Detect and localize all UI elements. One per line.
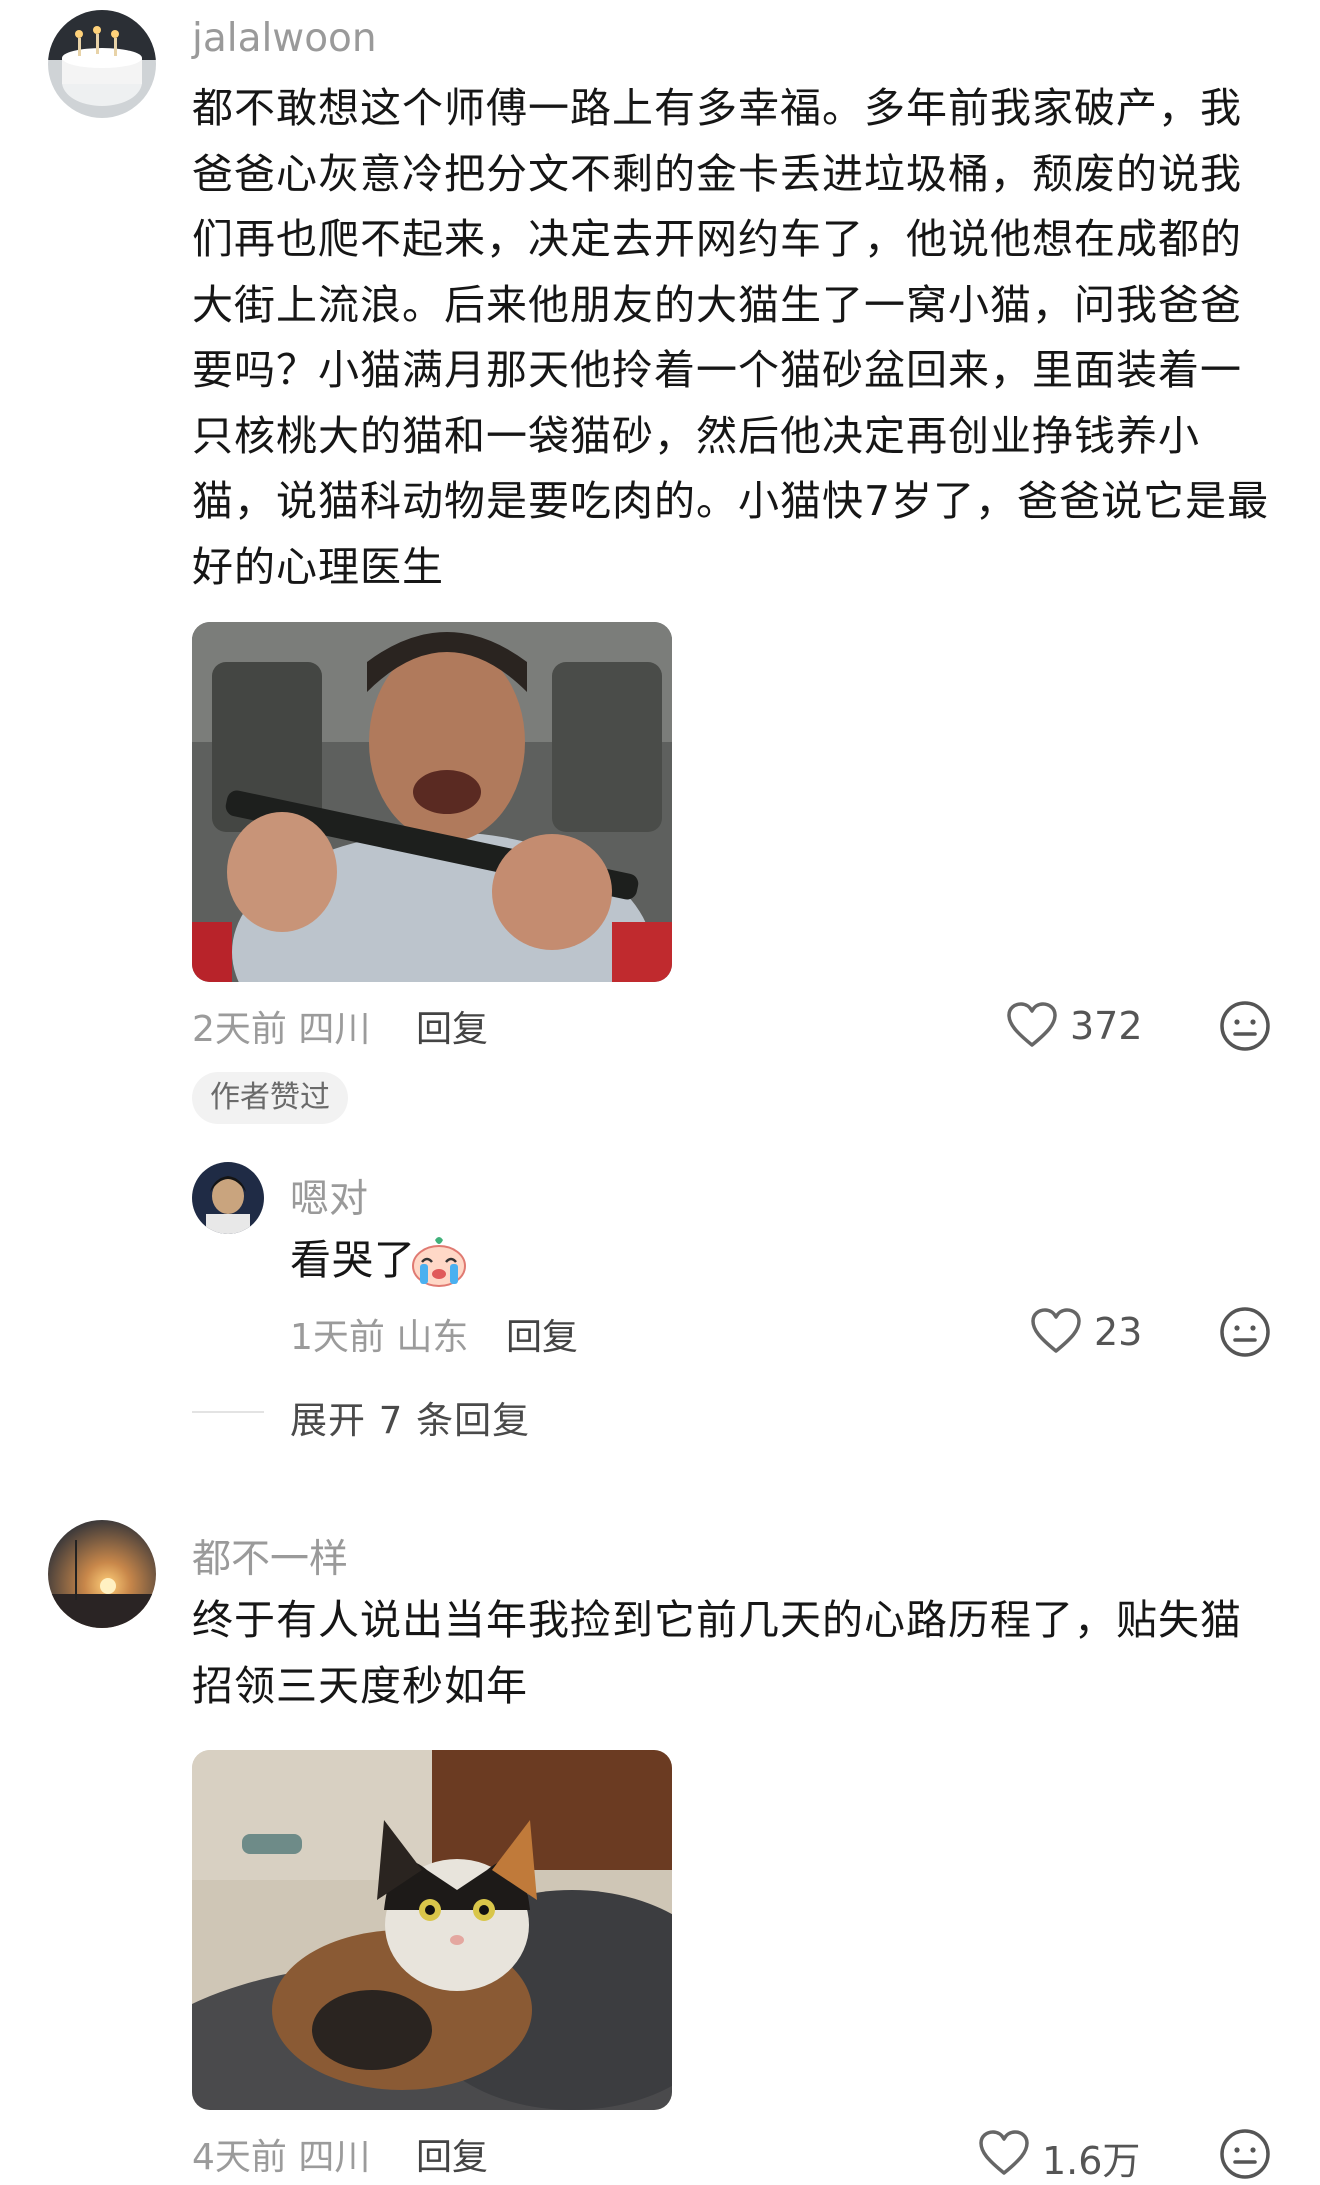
avatar[interactable] bbox=[48, 10, 156, 118]
reply-avatar[interactable] bbox=[192, 1162, 264, 1234]
heart-outline-icon[interactable] bbox=[1030, 1308, 1082, 1354]
expand-replies-button[interactable]: 展开 7 条回复 bbox=[290, 1390, 530, 1444]
comment-time-location: 2天前 四川 bbox=[192, 1009, 371, 1050]
comment-text: 终于有人说出当年我捡到它前几天的心路历程了，贴失猫招领三天度秒如年 bbox=[192, 1596, 1242, 1710]
reply-button[interactable]: 回复 bbox=[416, 2128, 488, 2180]
comment-username[interactable]: 都不一样 bbox=[192, 1528, 348, 1584]
reply-like-count: 23 bbox=[1094, 1310, 1143, 1354]
reply-reply-button[interactable]: 回复 bbox=[506, 1308, 578, 1360]
comment-username[interactable]: jalalwoon bbox=[192, 16, 377, 61]
crying-face-sticker-icon bbox=[408, 1232, 470, 1288]
comment-image[interactable] bbox=[192, 1750, 672, 2110]
like-count: 1.6万 bbox=[1042, 2139, 1141, 2183]
reply-button[interactable]: 回复 bbox=[416, 1000, 488, 1052]
reply-username[interactable]: 嗯对 bbox=[290, 1168, 368, 1224]
reply-time-location: 1天前 山东 bbox=[290, 1317, 469, 1358]
reply-text: 看哭了 bbox=[290, 1236, 416, 1284]
meh-face-icon[interactable] bbox=[1219, 1000, 1271, 1052]
comment-image[interactable] bbox=[192, 622, 672, 982]
meh-face-icon[interactable] bbox=[1219, 1306, 1271, 1358]
avatar[interactable] bbox=[48, 1520, 156, 1628]
author-liked-badge: 作者赞过 bbox=[192, 1072, 348, 1124]
heart-outline-icon[interactable] bbox=[1006, 1002, 1058, 1048]
like-count: 372 bbox=[1070, 1004, 1143, 1048]
meh-face-icon[interactable] bbox=[1219, 2128, 1271, 2180]
comment-time-location: 4天前 四川 bbox=[192, 2137, 371, 2178]
comment-text: 都不敢想这个师傅一路上有多幸福。多年前我家破产，我爸爸心灰意冷把分文不剩的金卡丢… bbox=[192, 84, 1270, 591]
heart-outline-icon[interactable] bbox=[978, 2130, 1030, 2176]
expand-divider bbox=[192, 1411, 264, 1413]
